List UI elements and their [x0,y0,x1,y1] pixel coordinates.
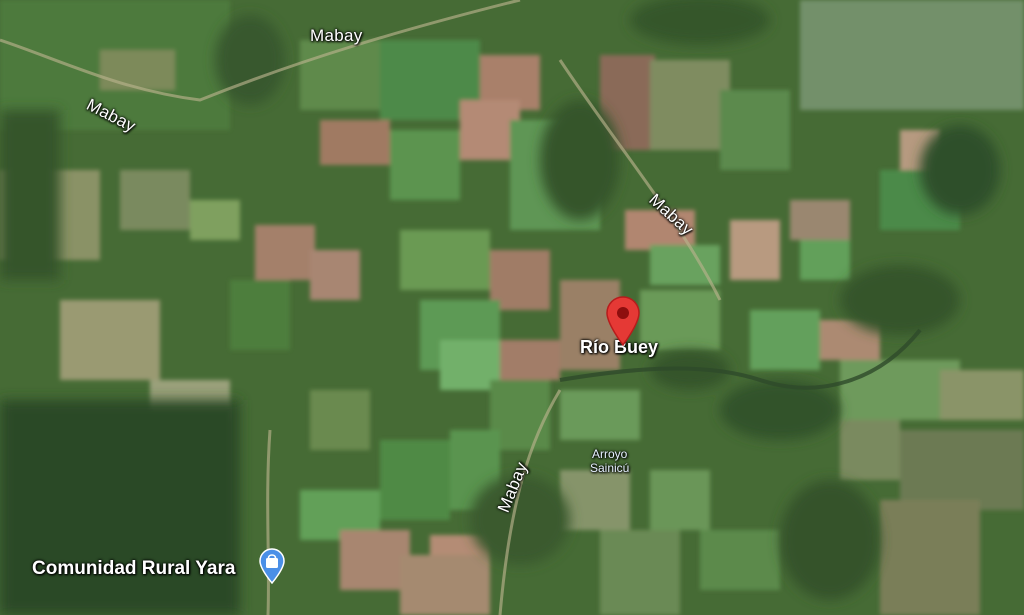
satellite-imagery [0,0,1024,615]
waterway-label-arroyo-sainicu: Arroyo Sainicú [590,447,629,475]
shopping-bag-icon[interactable] [258,548,286,584]
waterway-label-line-2: Sainicú [590,461,630,475]
road-label-mabay-top: Mabay [310,26,363,45]
poi-label-comunidad-rural-yara[interactable]: Comunidad Rural Yara [32,558,235,580]
map-pin-icon[interactable] [604,294,642,346]
satellite-map[interactable]: Mabay Mabay Mabay Mabay Río Buey Arroyo … [0,0,1024,615]
waterway-label-line-1: Arroyo [592,447,628,461]
